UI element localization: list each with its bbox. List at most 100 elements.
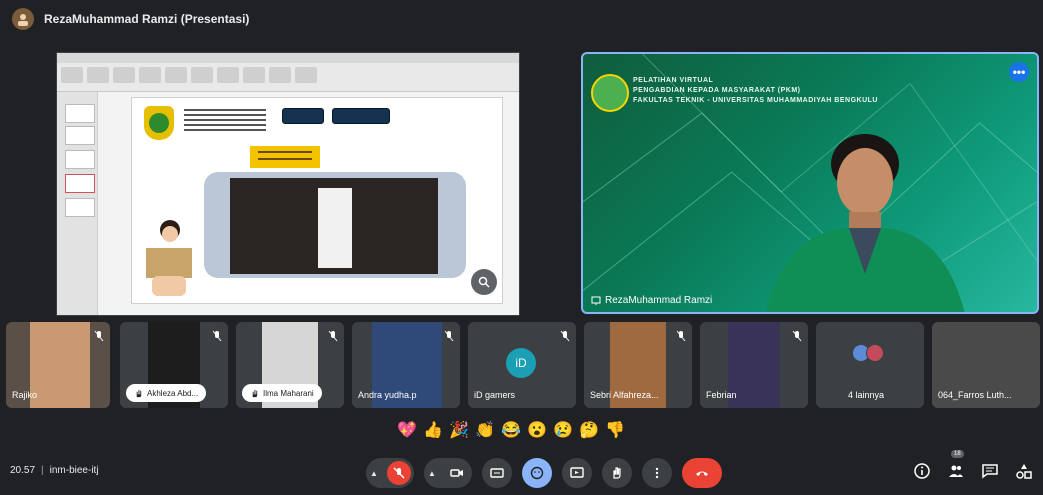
reactions-button[interactable] <box>522 458 552 488</box>
university-logo <box>591 74 629 112</box>
slide-thumbnail <box>65 198 95 217</box>
banner-line: FAKULTAS TEKNIK - UNIVERSITAS MUHAMMADIY… <box>633 97 878 104</box>
raised-hand-chip: Akhleza Abd... <box>126 384 207 402</box>
participant-name: iD gamers <box>474 390 516 400</box>
participant-tile[interactable]: Akhleza Abd... <box>120 322 228 408</box>
heart-icon[interactable]: 💖 <box>396 420 418 442</box>
participant-tile[interactable]: Sebri Alfahreza... <box>584 322 692 408</box>
participant-name: Febrian <box>706 390 737 400</box>
participant-filmstrip: Rajiko Akhleza Abd... Ilma Maharani Andr… <box>0 322 1043 408</box>
bottom-control-bar: 20.57 | inm-biee-itj ▲ ▲ 18 <box>0 450 1043 495</box>
mic-off-icon <box>792 330 802 342</box>
mic-off-icon <box>676 330 686 342</box>
present-screen-icon <box>570 467 584 478</box>
participant-tile[interactable]: Andra yudha.p <box>352 322 460 408</box>
current-slide <box>131 97 503 304</box>
participant-name: Rajiko <box>12 390 38 400</box>
slide-thumbnails <box>57 92 98 315</box>
participant-name: 064_Farros Luth... <box>938 390 1012 400</box>
slide-button <box>332 108 390 124</box>
captions-icon <box>490 468 504 478</box>
other-participants-avatars <box>852 344 884 362</box>
mic-control[interactable]: ▲ <box>366 458 414 488</box>
slide-thumbnail <box>65 174 95 193</box>
person-icon <box>18 14 28 26</box>
chat-icon <box>982 464 998 479</box>
participant-tile[interactable]: iD iD gamers <box>468 322 576 408</box>
speaker-name: RezaMuhammad Ramzi <box>605 295 713 306</box>
ppt-ribbon <box>57 53 519 92</box>
camera-icon <box>450 469 463 477</box>
participant-tile[interactable]: Febrian <box>700 322 808 408</box>
zoom-icon[interactable] <box>471 269 497 295</box>
raised-hand-icon <box>252 389 258 397</box>
mic-off-icon <box>212 330 222 342</box>
reading-person-illustration <box>146 220 192 296</box>
mic-off-icon <box>328 330 338 342</box>
mic-off-icon <box>94 330 104 342</box>
presenter-avatar <box>12 8 34 30</box>
participant-tile[interactable]: 4 lainnya <box>816 322 924 408</box>
slide-thumbnail <box>65 126 95 145</box>
raise-hand-button[interactable] <box>602 458 632 488</box>
participant-name: Ilma Maharani <box>263 388 314 398</box>
thumbs-up-icon[interactable]: 👍 <box>422 420 444 442</box>
participant-tile[interactable]: 064_Farros Luth... <box>932 322 1040 408</box>
activities-icon <box>1016 464 1032 479</box>
people-button[interactable]: 18 <box>947 450 965 480</box>
slide-yellow-label <box>250 146 320 168</box>
mic-off-button[interactable] <box>387 461 411 485</box>
captions-button[interactable] <box>482 458 512 488</box>
phone-hangup-icon <box>696 471 708 476</box>
slide-heading <box>180 106 270 134</box>
present-button[interactable] <box>562 458 592 488</box>
end-call-button[interactable] <box>682 458 722 488</box>
participant-tile[interactable]: Ilma Maharani <box>236 322 344 408</box>
mic-off-icon <box>444 330 454 342</box>
raise-hand-icon <box>613 467 621 479</box>
clap-icon[interactable]: 👏 <box>474 420 496 442</box>
laugh-icon[interactable]: 😂 <box>500 420 522 442</box>
speaker-tile[interactable]: PELATIHAN VIRTUAL PENGABDIAN KEPADA MASY… <box>581 52 1039 314</box>
thumbs-down-icon[interactable]: 👎 <box>604 420 626 442</box>
banner-line: PELATIHAN VIRTUAL <box>633 77 714 84</box>
more-options-button[interactable] <box>642 458 672 488</box>
meeting-details-button[interactable] <box>913 462 931 480</box>
slide-button <box>282 108 324 124</box>
surprised-icon[interactable]: 😮 <box>526 420 548 442</box>
slide-thumbnail <box>65 104 95 123</box>
mic-off-icon <box>393 467 405 479</box>
raised-hand-chip: Ilma Maharani <box>242 384 322 402</box>
participant-name: Andra yudha.p <box>358 390 417 400</box>
banner-text: PELATIHAN VIRTUAL PENGABDIAN KEPADA MASY… <box>633 76 933 106</box>
more-options-icon[interactable]: ••• <box>1009 62 1029 82</box>
reactions-bar: 💖 👍 🎉 👏 😂 😮 😢 🤔 👎 <box>396 420 626 442</box>
participant-name: 4 lainnya <box>848 390 885 400</box>
mic-off-icon <box>560 330 570 342</box>
meeting-info: 20.57 | inm-biee-itj <box>10 465 99 476</box>
raised-hand-icon <box>136 389 142 397</box>
sad-icon[interactable]: 😢 <box>552 420 574 442</box>
presentation-tile[interactable] <box>56 52 520 316</box>
party-icon[interactable]: 🎉 <box>448 420 470 442</box>
participant-name: Akhleza Abd... <box>147 388 199 398</box>
presenting-icon <box>591 296 601 305</box>
participant-name: Sebri Alfahreza... <box>590 390 659 400</box>
camera-button[interactable] <box>445 461 469 485</box>
presentation-title: RezaMuhammad Ramzi (Presentasi) <box>44 12 250 26</box>
participant-tile[interactable]: Rajiko <box>6 322 110 408</box>
chevron-up-icon[interactable]: ▲ <box>427 469 437 478</box>
top-bar: RezaMuhammad Ramzi (Presentasi) <box>0 0 1043 38</box>
thinking-icon[interactable]: 🤔 <box>578 420 600 442</box>
activities-button[interactable] <box>1015 462 1033 480</box>
participant-avatar: iD <box>506 348 536 378</box>
camera-control[interactable]: ▲ <box>424 458 472 488</box>
chat-button[interactable] <box>981 462 999 480</box>
slide-screenshot-frame <box>204 172 466 278</box>
banner-line: PENGABDIAN KEPADA MASYARAKAT (PKM) <box>633 87 801 94</box>
chevron-up-icon[interactable]: ▲ <box>369 469 379 478</box>
speaker-name-label: RezaMuhammad Ramzi <box>591 295 712 306</box>
emoji-icon <box>530 466 544 480</box>
info-icon <box>914 463 930 479</box>
university-logo <box>144 106 174 140</box>
